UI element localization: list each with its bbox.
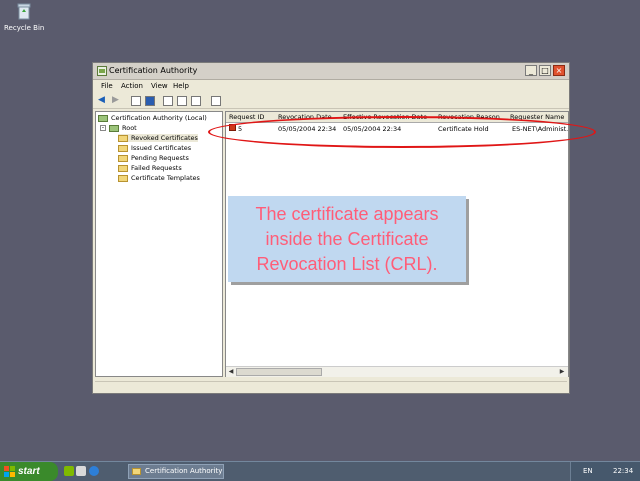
- ca-node-icon: [98, 114, 108, 122]
- folder-icon: [132, 468, 141, 475]
- ca-server-icon: [109, 124, 119, 132]
- console-tree: Certification Authority (Local) - Root Re…: [95, 111, 223, 377]
- recycle-bin-icon: [17, 3, 31, 20]
- export-list-icon[interactable]: [163, 96, 173, 106]
- collapse-icon[interactable]: -: [100, 125, 106, 131]
- show-desktop-icon[interactable]: [64, 466, 74, 476]
- system-tray: EN 22:34: [570, 462, 640, 481]
- window-title: Certification Authority: [109, 66, 198, 75]
- taskbar-item-certification-authority[interactable]: Certification Authority: [128, 464, 224, 479]
- menu-action[interactable]: Action: [121, 82, 143, 90]
- folder-icon: [118, 144, 128, 152]
- tree-node-pending-requests[interactable]: Pending Requests: [118, 154, 189, 162]
- caption-line-2: inside the Certificate: [265, 229, 429, 249]
- taskbar-item-label: Certification Authority: [145, 467, 223, 475]
- tree-node-issued-certificates[interactable]: Issued Certificates: [118, 144, 191, 152]
- status-bar: [95, 381, 567, 392]
- explorer-icon[interactable]: [76, 466, 86, 476]
- start-label: start: [18, 466, 40, 477]
- horizontal-scrollbar[interactable]: ◀ ▶: [226, 366, 568, 377]
- tree-node-revoked-certificates[interactable]: Revoked Certificates: [118, 134, 198, 142]
- toolbar: ◀ ▶: [93, 94, 569, 109]
- caption-box: The certificate appears inside the Certi…: [228, 196, 466, 282]
- clock[interactable]: 22:34: [613, 467, 633, 475]
- tree-node-ca-local[interactable]: Certification Authority (Local): [98, 114, 207, 122]
- folder-icon: [118, 164, 128, 172]
- menu-bar: File Action View Help: [93, 80, 569, 92]
- menu-file[interactable]: File: [101, 82, 113, 90]
- windows-flag-icon: [4, 466, 15, 477]
- show-hide-tree-icon[interactable]: [145, 96, 155, 106]
- properties-icon[interactable]: [191, 96, 201, 106]
- caption-line-1: The certificate appears: [255, 204, 439, 224]
- folder-icon: [118, 174, 128, 182]
- back-icon[interactable]: ◀: [98, 95, 105, 105]
- close-button[interactable]: ×: [553, 65, 565, 76]
- highlight-ellipse: [208, 116, 596, 148]
- folder-icon: [118, 154, 128, 162]
- up-folder-icon[interactable]: [131, 96, 141, 106]
- refresh-icon[interactable]: [177, 96, 187, 106]
- ca-icon: [97, 66, 107, 76]
- help-icon[interactable]: [211, 96, 221, 106]
- internet-explorer-icon[interactable]: [89, 466, 99, 476]
- caption-text: The certificate appears inside the Certi…: [228, 202, 466, 277]
- menu-view[interactable]: View: [151, 82, 168, 90]
- taskbar: start Certification Authority EN 22:34: [0, 461, 640, 481]
- tree-node-root[interactable]: - Root: [100, 124, 137, 132]
- menu-help[interactable]: Help: [173, 82, 189, 90]
- folder-icon: [118, 134, 128, 142]
- maximize-button[interactable]: □: [539, 65, 551, 76]
- forward-icon[interactable]: ▶: [112, 95, 119, 105]
- recycle-bin-label: Recycle Bin: [4, 24, 45, 32]
- language-indicator[interactable]: EN: [583, 467, 593, 475]
- recycle-bin[interactable]: Recycle Bin: [4, 2, 44, 32]
- tree-node-certificate-templates[interactable]: Certificate Templates: [118, 174, 200, 182]
- start-button[interactable]: start: [0, 462, 58, 481]
- title-bar[interactable]: Certification Authority _ □ ×: [93, 63, 569, 80]
- tree-node-failed-requests[interactable]: Failed Requests: [118, 164, 182, 172]
- scroll-right-icon[interactable]: ▶: [558, 368, 566, 376]
- scroll-thumb[interactable]: [236, 368, 322, 376]
- caption-line-3: Revocation List (CRL).: [256, 254, 438, 274]
- scroll-left-icon[interactable]: ◀: [227, 368, 235, 376]
- minimize-button[interactable]: _: [525, 65, 537, 76]
